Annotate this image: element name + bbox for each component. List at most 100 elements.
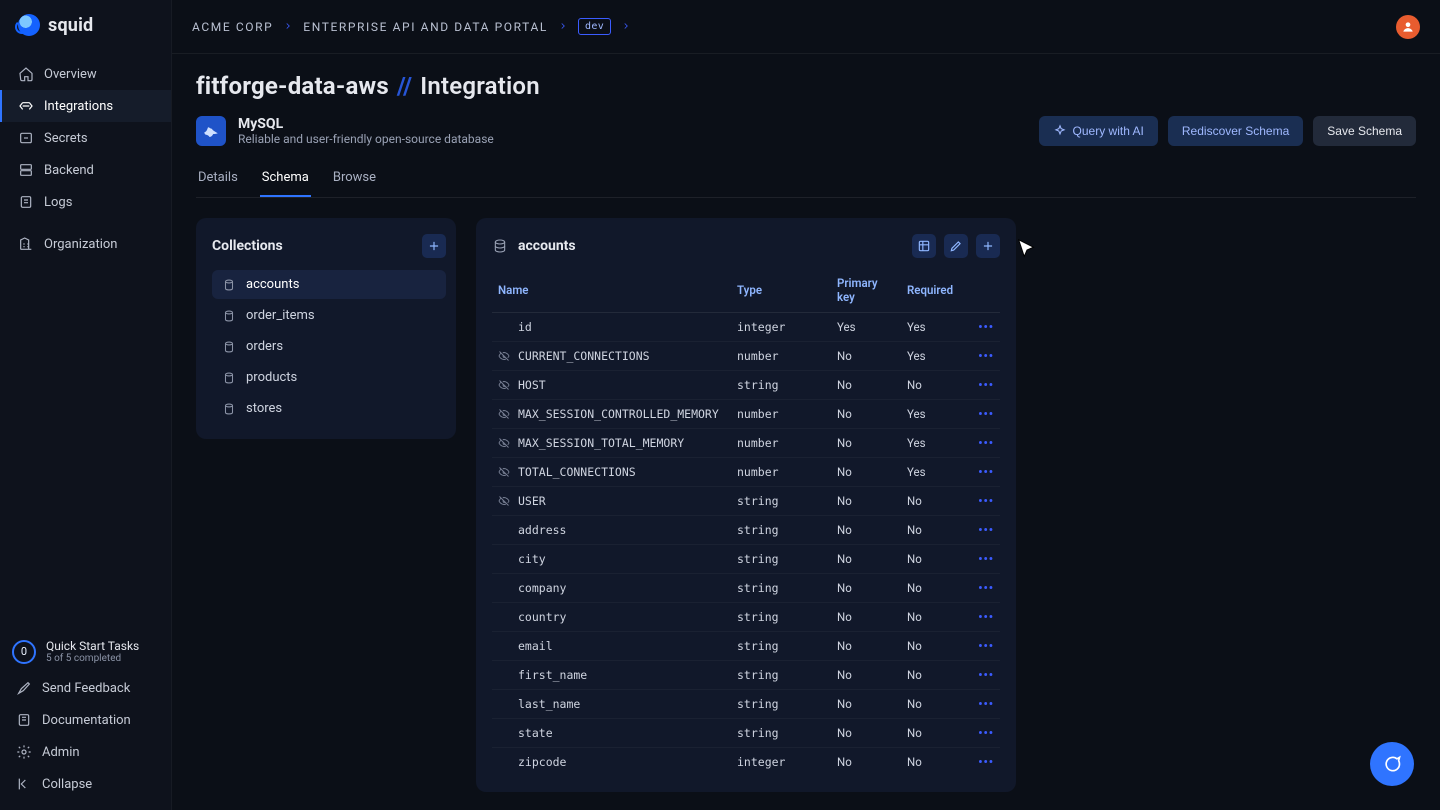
query-ai-button[interactable]: Query with AI (1039, 116, 1158, 146)
env-tag[interactable]: dev (578, 18, 611, 35)
row-menu-button[interactable]: ••• (978, 639, 994, 653)
row-menu-button[interactable]: ••• (978, 610, 994, 624)
row-menu-button[interactable]: ••• (978, 523, 994, 537)
tab-schema[interactable]: Schema (260, 160, 311, 197)
schema-row[interactable]: CURRENT_CONNECTIONS number No Yes ••• (492, 342, 1000, 371)
field-req: No (901, 719, 966, 748)
field-type: number (731, 400, 831, 429)
row-menu-button[interactable]: ••• (978, 755, 994, 769)
schema-row[interactable]: address string No No ••• (492, 516, 1000, 545)
schema-row[interactable]: MAX_SESSION_TOTAL_MEMORY number No Yes •… (492, 429, 1000, 458)
sidebar-item-label: Overview (44, 67, 97, 82)
backend-icon (18, 162, 34, 178)
row-menu-button[interactable]: ••• (978, 465, 994, 479)
rediscover-button[interactable]: Rediscover Schema (1168, 116, 1303, 146)
row-menu-button[interactable]: ••• (978, 407, 994, 421)
col-name[interactable]: Name (492, 268, 731, 313)
bottom-item-label: Documentation (42, 713, 131, 728)
field-name: first_name (518, 668, 587, 682)
edit-button[interactable] (944, 234, 968, 258)
save-schema-button[interactable]: Save Schema (1313, 116, 1416, 146)
row-menu-button[interactable]: ••• (978, 697, 994, 711)
field-type: string (731, 574, 831, 603)
row-menu-button[interactable]: ••• (978, 668, 994, 682)
field-pk: No (831, 545, 901, 574)
row-menu-button[interactable]: ••• (978, 581, 994, 595)
col-pk[interactable]: Primary key (831, 268, 901, 313)
field-req: Yes (901, 400, 966, 429)
tab-details[interactable]: Details (196, 160, 240, 197)
sidebar-item-label: Integrations (44, 99, 113, 114)
schema-row[interactable]: id integer Yes Yes ••• (492, 313, 1000, 342)
field-pk: No (831, 603, 901, 632)
button-label: Rediscover Schema (1182, 124, 1289, 138)
col-req[interactable]: Required (901, 268, 966, 313)
sidebar-item-organization[interactable]: Organization (0, 228, 171, 260)
quick-start[interactable]: 0 Quick Start Tasks 5 of 5 completed (0, 631, 171, 672)
add-field-button[interactable] (976, 234, 1000, 258)
sidebar-item-backend[interactable]: Backend (0, 154, 171, 186)
schema-row[interactable]: country string No No ••• (492, 603, 1000, 632)
documentation[interactable]: Documentation (0, 704, 171, 736)
primary-nav: Overview Integrations Secrets Backend Lo… (0, 58, 171, 260)
row-menu-button[interactable]: ••• (978, 726, 994, 740)
brand-name: squid (48, 15, 93, 36)
logs-icon (18, 194, 34, 210)
collection-item[interactable]: stores (212, 394, 446, 423)
row-menu-button[interactable]: ••• (978, 349, 994, 363)
schema-row[interactable]: MAX_SESSION_CONTROLLED_MEMORY number No … (492, 400, 1000, 429)
schema-title: accounts (518, 238, 576, 254)
row-menu-button[interactable]: ••• (978, 436, 994, 450)
field-type: string (731, 603, 831, 632)
field-pk: No (831, 342, 901, 371)
schema-row[interactable]: email string No No ••• (492, 632, 1000, 661)
field-name: address (518, 523, 566, 537)
row-menu-button[interactable]: ••• (978, 494, 994, 508)
database-icon (222, 278, 236, 292)
col-type[interactable]: Type (731, 268, 831, 313)
send-feedback[interactable]: Send Feedback (0, 672, 171, 704)
schema-row[interactable]: TOTAL_CONNECTIONS number No Yes ••• (492, 458, 1000, 487)
schema-row[interactable]: last_name string No No ••• (492, 690, 1000, 719)
schema-row[interactable]: HOST string No No ••• (492, 371, 1000, 400)
add-collection-button[interactable] (422, 234, 446, 258)
field-type: string (731, 719, 831, 748)
table-view-button[interactable] (912, 234, 936, 258)
field-pk: No (831, 574, 901, 603)
bottom-item-label: Admin (42, 745, 80, 760)
avatar[interactable] (1396, 15, 1420, 39)
field-type: string (731, 690, 831, 719)
admin[interactable]: Admin (0, 736, 171, 768)
page-title-name: fitforge-data-aws (196, 72, 389, 100)
row-menu-button[interactable]: ••• (978, 320, 994, 334)
collection-label: products (246, 370, 297, 385)
sidebar-item-overview[interactable]: Overview (0, 58, 171, 90)
field-req: Yes (901, 429, 966, 458)
tabs: Details Schema Browse (196, 160, 1416, 198)
sidebar-item-integrations[interactable]: Integrations (0, 90, 171, 122)
schema-row[interactable]: zipcode integer No No ••• (492, 748, 1000, 777)
schema-row[interactable]: state string No No ••• (492, 719, 1000, 748)
tab-browse[interactable]: Browse (331, 160, 378, 197)
row-menu-button[interactable]: ••• (978, 552, 994, 566)
schema-row[interactable]: company string No No ••• (492, 574, 1000, 603)
schema-row[interactable]: USER string No No ••• (492, 487, 1000, 516)
field-req: No (901, 690, 966, 719)
breadcrumb-project[interactable]: ENTERPRISE API AND DATA PORTAL (303, 20, 548, 34)
field-pk: Yes (831, 313, 901, 342)
row-menu-button[interactable]: ••• (978, 378, 994, 392)
field-pk: No (831, 371, 901, 400)
breadcrumb-org[interactable]: ACME CORP (192, 20, 273, 34)
sidebar-item-logs[interactable]: Logs (0, 186, 171, 218)
chat-fab[interactable] (1370, 742, 1414, 786)
collapse[interactable]: Collapse (0, 768, 171, 800)
collection-item[interactable]: products (212, 363, 446, 392)
chevron-right-icon[interactable] (621, 20, 631, 34)
collection-item[interactable]: accounts (212, 270, 446, 299)
schema-row[interactable]: first_name string No No ••• (492, 661, 1000, 690)
schema-row[interactable]: city string No No ••• (492, 545, 1000, 574)
collection-item[interactable]: order_items (212, 301, 446, 330)
sidebar-item-secrets[interactable]: Secrets (0, 122, 171, 154)
page-title-section: Integration (420, 72, 540, 100)
collection-item[interactable]: orders (212, 332, 446, 361)
